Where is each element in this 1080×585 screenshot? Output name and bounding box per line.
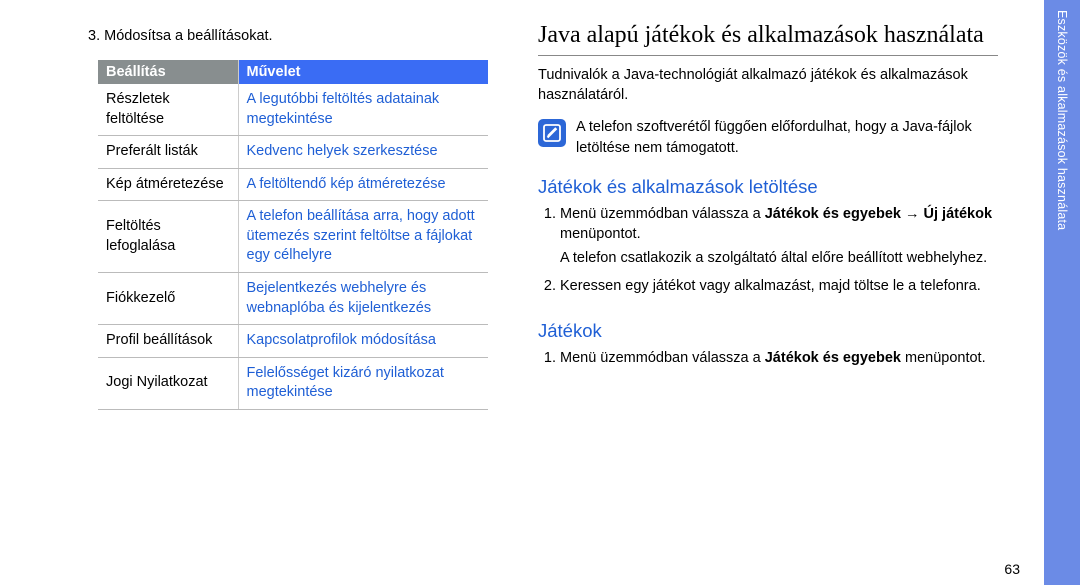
text: → <box>901 206 924 222</box>
subheading-games: Játékok <box>538 320 998 342</box>
side-tab-label: Eszközök és alkalmazások használata <box>1055 0 1069 230</box>
note-text: A telefon szoftverétől függően előfordul… <box>576 117 998 158</box>
section-intro: Tudnivalók a Java-technológiát alkalmazó… <box>538 66 998 105</box>
games-step-1: Menü üzemmódban válassza a Játékok és eg… <box>560 348 998 368</box>
cell-setting: Profil beállítások <box>98 325 238 358</box>
download-steps: Menü üzemmódban válassza a Játékok és eg… <box>538 204 998 304</box>
table-row: FiókkezelőBejelentkezés webhelyre és web… <box>98 272 488 324</box>
download-step-1-sub: A telefon csatlakozik a szolgáltató álta… <box>560 248 998 268</box>
download-step-2: Keressen egy játékot vagy alkalmazást, m… <box>560 276 998 296</box>
cell-action: A legutóbbi feltöltés adatainak megtekin… <box>238 84 488 136</box>
subheading-download: Játékok és alkalmazások letöltése <box>538 176 998 198</box>
table-row: Profil beállításokKapcsolatprofilok módo… <box>98 325 488 358</box>
text: Menü üzemmódban válassza a <box>560 206 765 222</box>
cell-setting: Részletek feltöltése <box>98 84 238 136</box>
settings-table: Beállítás Művelet Részletek feltöltéseA … <box>98 60 488 410</box>
cell-setting: Fiókkezelő <box>98 272 238 324</box>
games-steps: Menü üzemmódban válassza a Játékok és eg… <box>538 348 998 376</box>
cell-action: A feltöltendő kép átméretezése <box>238 168 488 201</box>
step-text: 3. Módosítsa a beállításokat. <box>88 28 498 44</box>
text: menüpontot. <box>901 350 986 366</box>
side-tab: Eszközök és alkalmazások használata <box>1044 0 1080 585</box>
cell-setting: Feltöltés lefoglalása <box>98 201 238 273</box>
cell-setting: Jogi Nyilatkozat <box>98 357 238 409</box>
section-heading: Java alapú játékok és alkalmazások haszn… <box>538 20 998 56</box>
note-block: A telefon szoftverétől függően előfordul… <box>538 117 998 158</box>
cell-action: Bejelentkezés webhelyre és webnaplóba és… <box>238 272 488 324</box>
note-icon <box>538 119 566 147</box>
table-row: Kép átméretezéseA feltöltendő kép átmére… <box>98 168 488 201</box>
table-row: Jogi NyilatkozatFelelősséget kizáró nyil… <box>98 357 488 409</box>
text: menüpontot. <box>560 226 641 242</box>
cell-setting: Preferált listák <box>98 136 238 169</box>
cell-action: A telefon beállítása arra, hogy adott üt… <box>238 201 488 273</box>
col-header-setting: Beállítás <box>98 60 238 84</box>
text-bold: Új játékok <box>924 206 993 222</box>
table-row: Preferált listákKedvenc helyek szerkeszt… <box>98 136 488 169</box>
cell-action: Felelősséget kizáró nyilatkozat megtekin… <box>238 357 488 409</box>
col-header-action: Művelet <box>238 60 488 84</box>
text-bold: Játékok és egyebek <box>765 350 901 366</box>
table-row: Részletek feltöltéseA legutóbbi feltölté… <box>98 84 488 136</box>
download-step-1: Menü üzemmódban válassza a Játékok és eg… <box>560 204 998 268</box>
cell-action: Kapcsolatprofilok módosítása <box>238 325 488 358</box>
text-bold: Játékok és egyebek <box>765 206 901 222</box>
cell-setting: Kép átméretezése <box>98 168 238 201</box>
table-row: Feltöltés lefoglalásaA telefon beállítás… <box>98 201 488 273</box>
cell-action: Kedvenc helyek szerkesztése <box>238 136 488 169</box>
page-number: 63 <box>1004 561 1020 577</box>
text: Menü üzemmódban válassza a <box>560 350 765 366</box>
